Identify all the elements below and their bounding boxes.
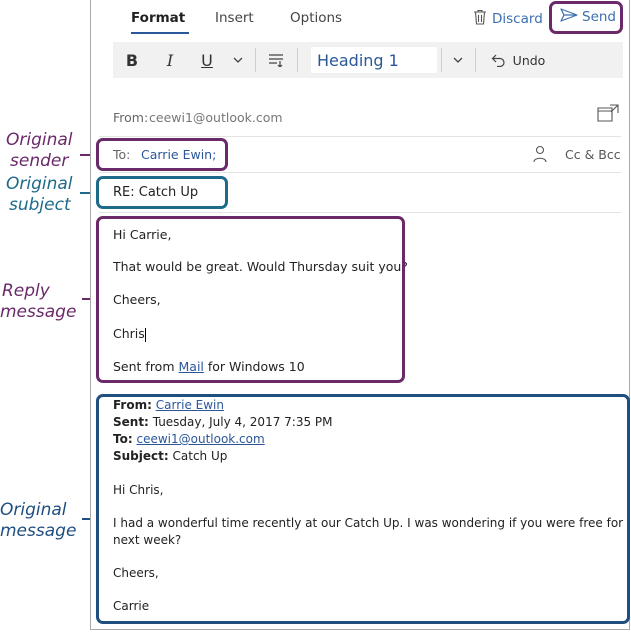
callout-line: message — [0, 302, 77, 322]
toolbar-divider — [297, 48, 298, 72]
highlight-reply-body — [96, 216, 405, 383]
active-tab-indicator — [131, 32, 189, 34]
from-label: From: — [113, 110, 149, 125]
bold-button[interactable]: B — [115, 42, 149, 78]
discard-button[interactable]: Discard — [473, 9, 543, 29]
chevron-down-icon — [453, 57, 463, 63]
callout-line: Reply — [2, 281, 50, 301]
toolbar-divider — [255, 48, 256, 72]
callout-line: Original — [6, 130, 73, 150]
callout-original-sender: Original sender — [6, 130, 86, 172]
callout-line: sender — [10, 151, 69, 171]
style-select[interactable]: Heading 1 — [311, 47, 437, 73]
callout-line: Original — [6, 174, 73, 194]
callout-line: message — [0, 521, 77, 541]
tab-format[interactable]: Format — [131, 10, 185, 26]
font-options-dropdown[interactable] — [225, 42, 251, 78]
toolbar-divider — [475, 48, 476, 72]
callout-line: subject — [9, 195, 71, 215]
trash-icon — [473, 9, 487, 29]
undo-arrow-icon — [491, 54, 505, 67]
callout-original-message: Original message — [0, 500, 86, 542]
divider — [99, 172, 621, 173]
highlight-subject — [96, 176, 228, 209]
toolbar-divider — [441, 48, 442, 72]
cc-bcc-button[interactable]: Cc & Bcc — [565, 147, 621, 162]
highlight-original-message — [96, 394, 630, 624]
paragraph-format-button[interactable] — [259, 42, 293, 78]
style-dropdown-button[interactable] — [445, 42, 471, 78]
format-toolbar: B I U Heading 1 Undo — [113, 42, 623, 78]
style-select-value: Heading 1 — [317, 50, 399, 70]
highlight-send — [549, 1, 623, 34]
undo-button[interactable]: Undo — [481, 42, 555, 78]
from-value[interactable]: ceewi1@outlook.com — [149, 110, 283, 125]
callout-line: Original — [0, 500, 67, 520]
divider — [99, 136, 621, 137]
tab-insert[interactable]: Insert — [215, 10, 254, 26]
callout-reply-message: Reply message — [0, 281, 86, 323]
undo-label: Undo — [512, 52, 546, 68]
discard-label: Discard — [492, 11, 543, 27]
paragraph-format-icon — [269, 54, 283, 67]
person-icon[interactable] — [532, 145, 548, 167]
chevron-down-icon — [233, 57, 243, 63]
callout-original-subject: Original subject — [6, 174, 86, 216]
divider — [99, 212, 621, 213]
popout-window-icon[interactable] — [597, 104, 619, 126]
underline-button[interactable]: U — [190, 42, 224, 78]
italic-button[interactable]: I — [153, 42, 187, 78]
tab-options[interactable]: Options — [290, 10, 342, 26]
highlight-to-field — [96, 138, 228, 171]
